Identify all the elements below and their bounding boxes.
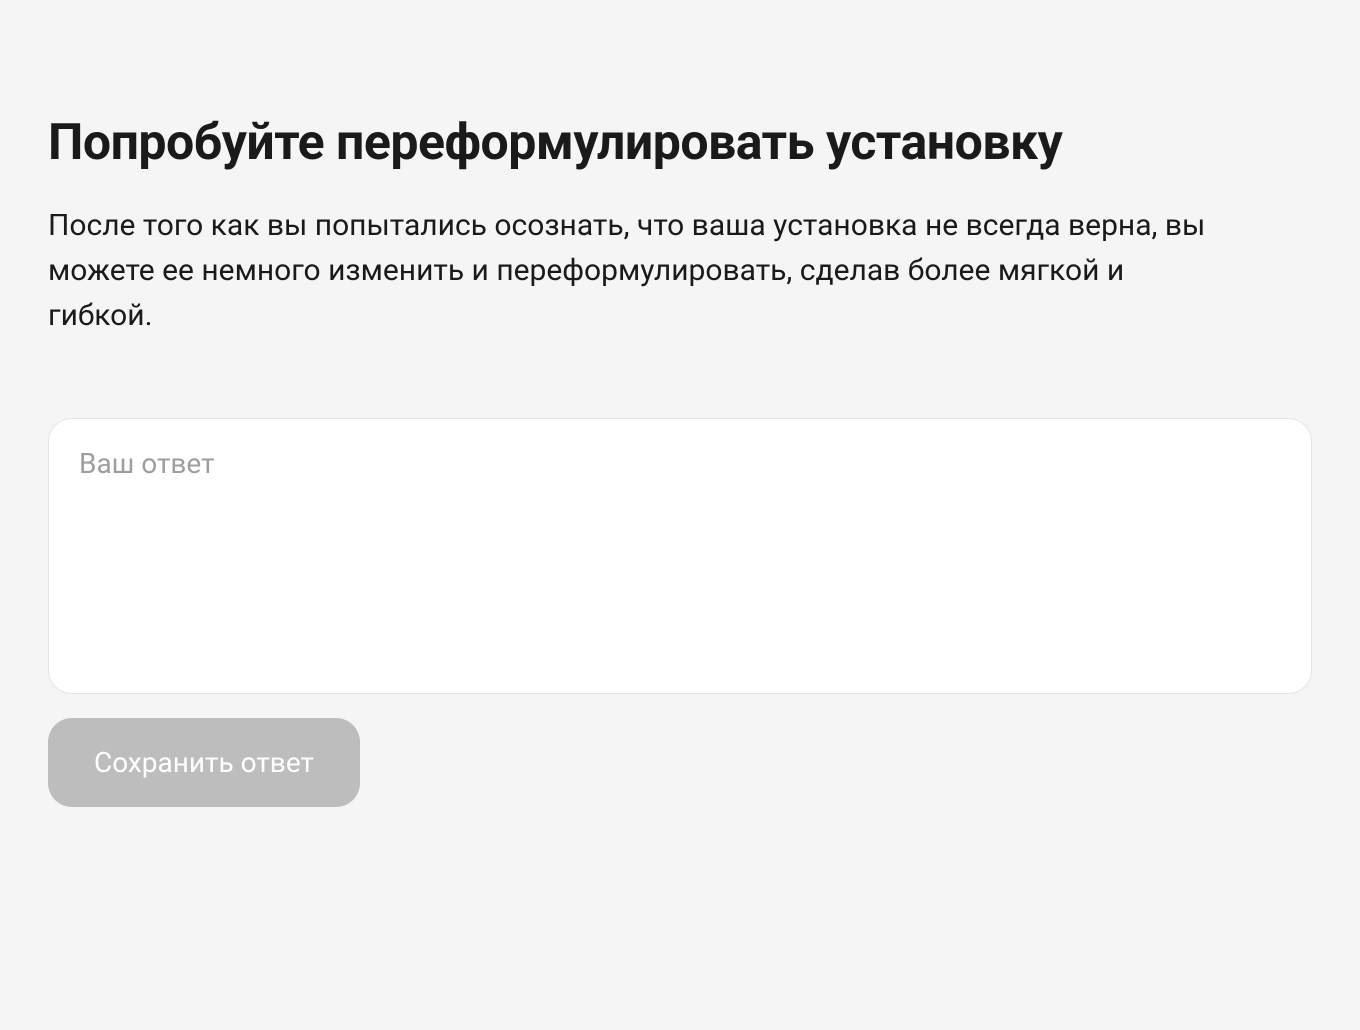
answer-textarea[interactable] — [48, 418, 1312, 694]
page-description: После того как вы попытались осознать, ч… — [48, 203, 1228, 338]
save-button[interactable]: Сохранить ответ — [48, 718, 360, 807]
main-container: Попробуйте переформулировать установку П… — [48, 113, 1312, 807]
page-heading: Попробуйте переформулировать установку — [48, 113, 1312, 173]
